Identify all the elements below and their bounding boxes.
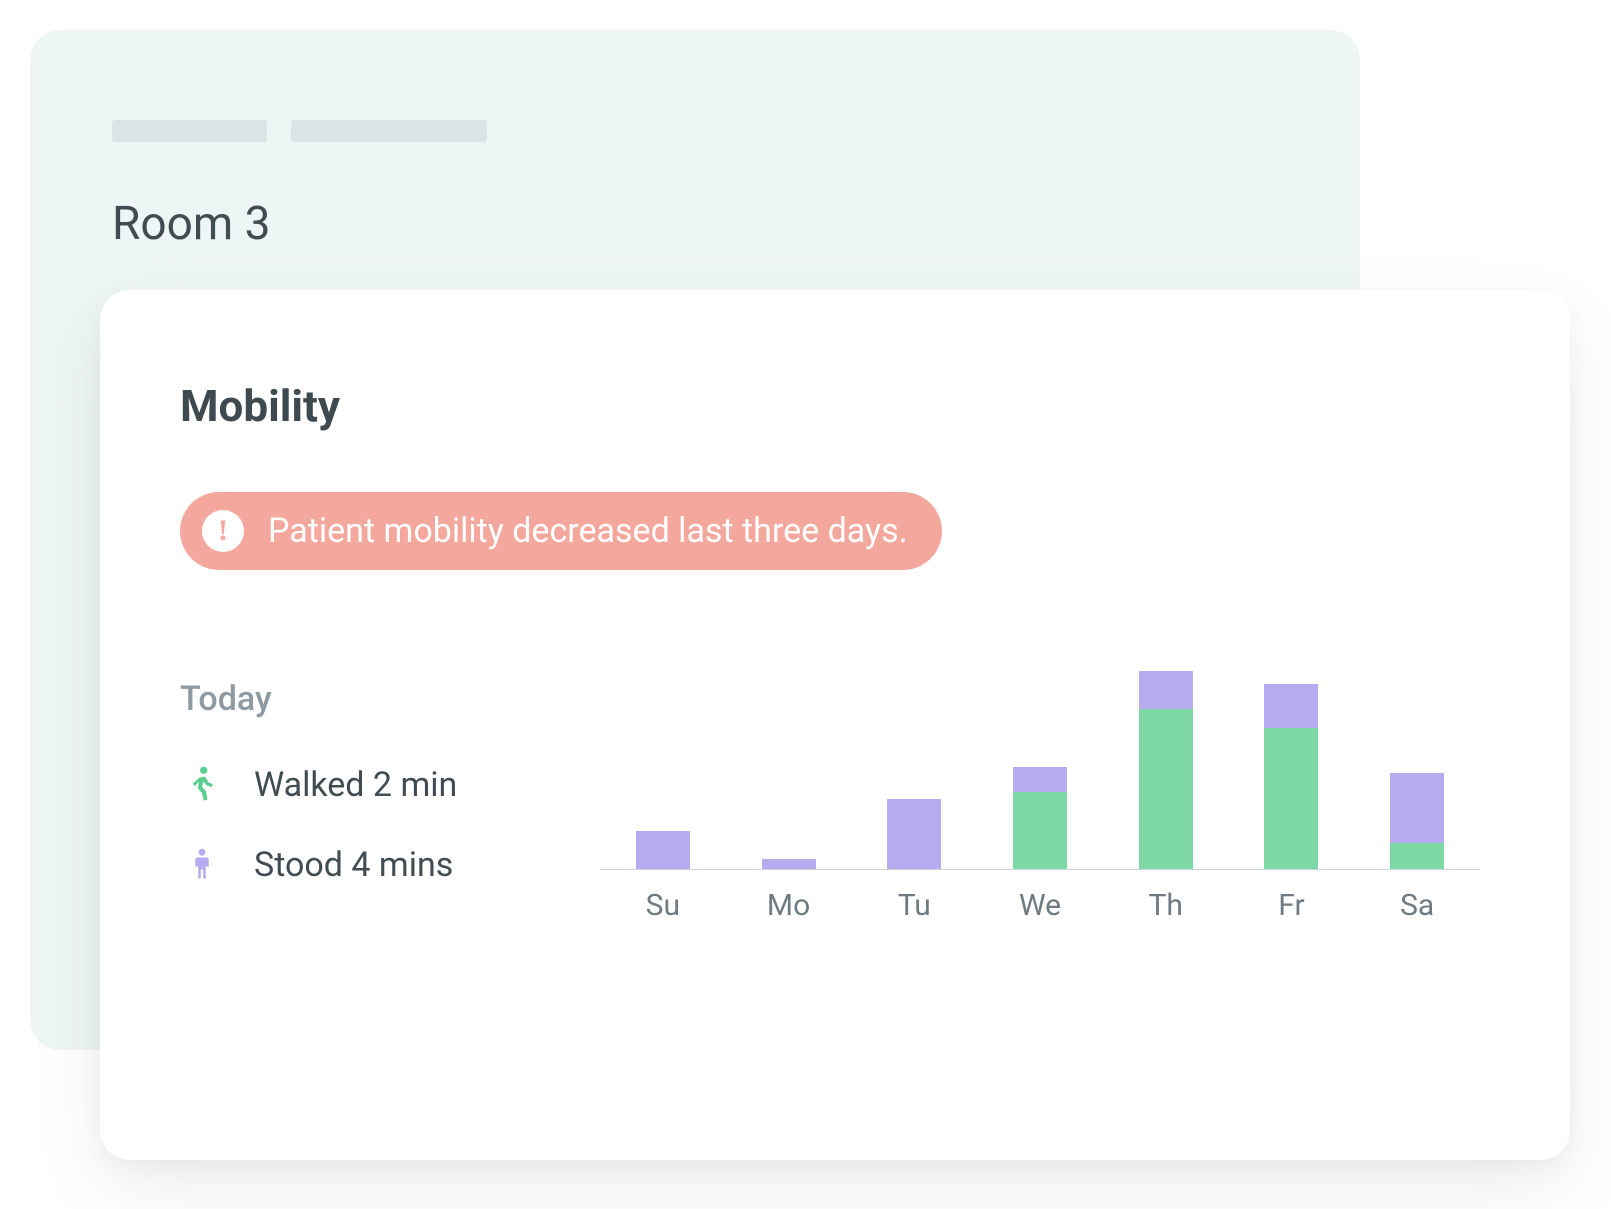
stat-stood-text: Stood 4 mins [254,845,453,885]
bar-segment-stand [1139,671,1193,709]
bar-slot [987,640,1093,869]
alert-icon: ! [202,510,244,552]
mobility-bar-chart: Su Mo Tu We Th Fr Sa [600,640,1490,923]
bar-slot [610,640,716,869]
bar-segment-stand [887,799,941,869]
stat-walked-text: Walked 2 min [254,765,457,805]
bar-stack [887,799,941,869]
bar-slot [736,640,842,869]
bar-segment-walk [1139,709,1193,869]
placeholder-bar [291,120,487,142]
x-axis-label: Su [610,888,716,923]
mobility-card: Mobility ! Patient mobility decreased la… [100,290,1570,1160]
today-label: Today [180,679,560,719]
today-summary: Today Walked 2 min [180,679,560,923]
bar-stack [1264,684,1318,869]
bar-segment-stand [762,859,816,869]
card-title: Mobility [180,380,1490,432]
x-axis-label: Tu [861,888,967,923]
x-axis-label: Fr [1239,888,1345,923]
bar-stack [762,859,816,869]
bar-segment-walk [1264,728,1318,869]
room-title: Room 3 [30,142,1360,251]
walking-person-icon [180,763,224,807]
placeholder-row [30,30,1360,142]
chart-x-axis: Su Mo Tu We Th Fr Sa [600,870,1480,923]
x-axis-label: Sa [1364,888,1470,923]
bar-segment-walk [1013,792,1067,869]
bar-stack [1013,767,1067,869]
bar-slot [1113,640,1219,869]
bar-segment-stand [1264,684,1318,729]
chart-plot-area [600,640,1480,870]
bar-stack [1139,671,1193,869]
stat-walked: Walked 2 min [180,763,560,807]
bar-slot [1239,640,1345,869]
bar-stack [636,831,690,869]
bar-slot [1364,640,1470,869]
bar-slot [861,640,967,869]
bar-segment-stand [1390,773,1444,843]
stat-stood: Stood 4 mins [180,843,560,887]
bar-segment-walk [1390,843,1444,869]
x-axis-label: We [987,888,1093,923]
alert-text: Patient mobility decreased last three da… [268,511,908,551]
x-axis-label: Th [1113,888,1219,923]
bar-segment-stand [1013,767,1067,793]
placeholder-bar [112,120,267,142]
standing-person-icon [180,843,224,887]
alert-pill: ! Patient mobility decreased last three … [180,492,942,570]
x-axis-label: Mo [736,888,842,923]
bar-stack [1390,773,1444,869]
bar-segment-stand [636,831,690,869]
